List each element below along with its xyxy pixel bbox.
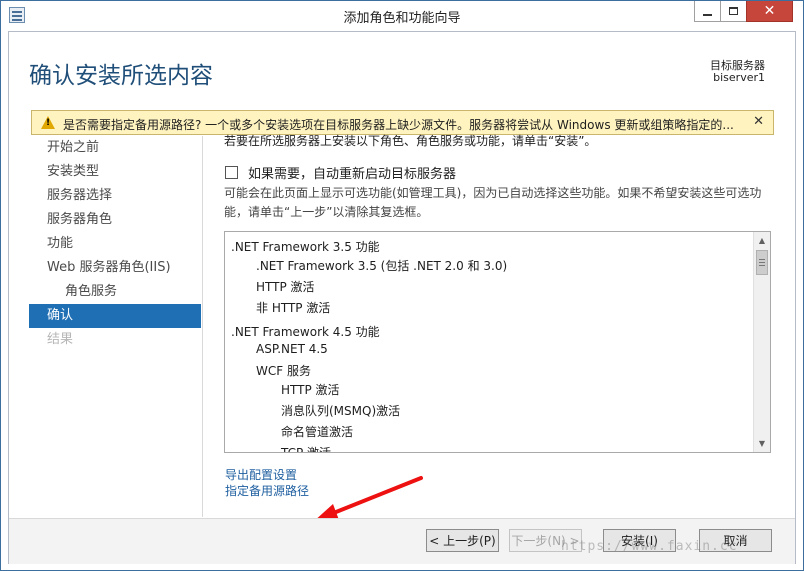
list-item: WCF 服务 — [256, 364, 311, 378]
wizard-frame: 确认安装所选内容 目标服务器 biserver1 是否需要指定备用源路径? 一个… — [8, 31, 796, 564]
export-configuration-link[interactable]: 导出配置设置 — [225, 466, 297, 483]
wizard-window: 添加角色和功能向导 ✕ 确认安装所选内容 目标服务器 biserver1 是否需… — [0, 0, 804, 571]
title-bar[interactable]: 添加角色和功能向导 ✕ — [1, 1, 803, 31]
alternate-source-path-link[interactable]: 指定备用源路径 — [225, 482, 309, 499]
list-item: HTTP 激活 — [256, 280, 315, 294]
list-item: .NET Framework 4.5 功能 — [231, 325, 380, 339]
list-item: HTTP 激活 — [281, 383, 340, 397]
list-item: 消息队列(MSMQ)激活 — [281, 404, 401, 418]
list-scrollbar[interactable]: ▲ ▼ — [753, 232, 770, 452]
minimize-icon — [703, 14, 712, 16]
wizard-nav: 开始之前 安装类型 服务器选择 服务器角色 功能 Web 服务器角色(IIS) … — [29, 136, 201, 352]
list-item: TCP 激活 — [281, 446, 332, 453]
nav-item-server-roles[interactable]: 服务器角色 — [29, 208, 201, 232]
nav-divider — [202, 136, 203, 517]
nav-item-confirmation[interactable]: 确认 — [29, 304, 201, 328]
restart-label[interactable]: 如果需要，自动重新启动目标服务器 — [248, 163, 456, 182]
restart-option[interactable]: 如果需要，自动重新启动目标服务器 — [225, 163, 456, 182]
minimize-button[interactable] — [694, 1, 721, 22]
list-item: 非 HTTP 激活 — [256, 301, 331, 315]
scroll-down-icon[interactable]: ▼ — [754, 435, 770, 452]
warning-text[interactable]: 是否需要指定备用源路径? 一个或多个安装选项在目标服务器上缺少源文件。服务器将尝… — [63, 116, 753, 133]
previous-button[interactable]: < 上一步(P) — [426, 529, 499, 552]
restart-checkbox[interactable] — [225, 166, 238, 179]
maximize-icon — [729, 7, 738, 15]
nav-item-installation-type[interactable]: 安装类型 — [29, 160, 201, 184]
optional-features-info: 可能会在此页面上显示可选功能(如管理工具)，因为已自动选择这些功能。如果不希望安… — [224, 186, 762, 219]
destination-server-value: biserver1 — [713, 71, 765, 84]
page-title: 确认安装所选内容 — [29, 63, 213, 89]
watermark: https://www.faxin.cc — [561, 539, 738, 554]
nav-item-before-you-begin[interactable]: 开始之前 — [29, 136, 201, 160]
nav-item-role-services[interactable]: 角色服务 — [29, 280, 201, 304]
close-icon: ✕ — [763, 3, 776, 19]
warning-close-icon[interactable]: ✕ — [753, 114, 764, 129]
list-item: .NET Framework 3.5 (包括 .NET 2.0 和 3.0) — [256, 259, 508, 273]
nav-item-web-server-role[interactable]: Web 服务器角色(IIS) — [29, 256, 201, 280]
scroll-up-icon[interactable]: ▲ — [754, 232, 770, 249]
nav-item-features[interactable]: 功能 — [29, 232, 201, 256]
close-button[interactable]: ✕ — [746, 1, 793, 22]
nav-item-results: 结果 — [47, 332, 74, 347]
list-item: .NET Framework 3.5 功能 — [231, 240, 380, 254]
intro-text: 若要在所选服务器上安装以下角色、角色服务或功能，请单击“安装”。 — [224, 134, 597, 148]
scroll-thumb[interactable] — [756, 250, 768, 275]
window-title: 添加角色和功能向导 — [343, 11, 461, 26]
warning-icon — [41, 116, 55, 129]
selected-features-list[interactable]: .NET Framework 3.5 功能 .NET Framework 3.5… — [224, 231, 771, 453]
list-item: 命名管道激活 — [281, 425, 354, 439]
list-item: ASP.NET 4.5 — [256, 342, 328, 356]
maximize-button[interactable] — [720, 1, 747, 22]
nav-item-server-selection[interactable]: 服务器选择 — [29, 184, 201, 208]
